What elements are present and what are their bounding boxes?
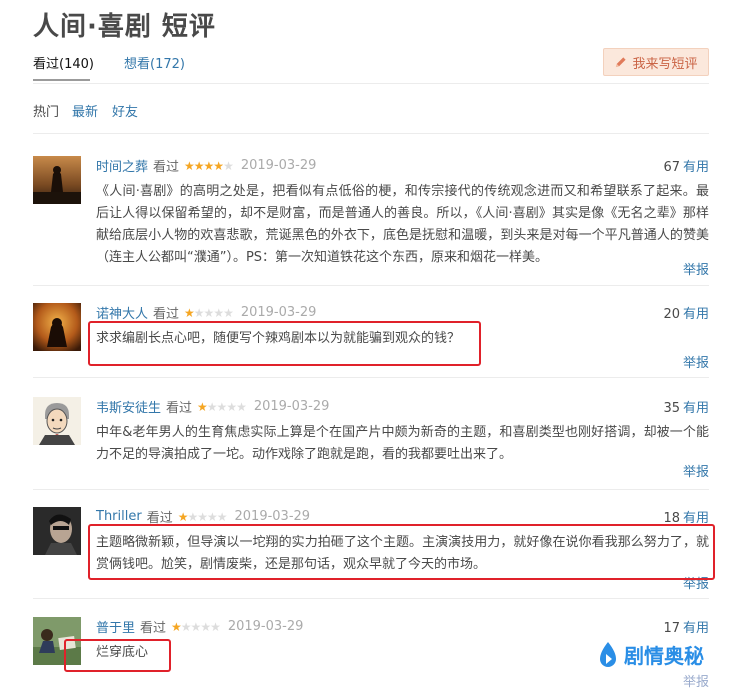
highlight-box <box>64 639 171 672</box>
review-username[interactable]: 诺神大人 <box>96 303 148 322</box>
useful-vote[interactable]: 17 有用 <box>663 617 709 636</box>
rating-stars: ★★★★★ <box>171 619 221 634</box>
sort-new[interactable]: 最新 <box>72 101 98 120</box>
avatar[interactable] <box>33 156 81 204</box>
useful-label: 有用 <box>682 621 709 636</box>
rating-stars: ★★★★★ <box>184 158 234 173</box>
review-text: 中年&老年男人的生育焦虑实际上算是个在国产片中颇为新奇的主题，和喜剧类型也刚好搭… <box>96 425 709 462</box>
review-status: 看过 <box>153 160 180 175</box>
useful-vote[interactable]: 20 有用 <box>663 303 709 322</box>
review-date: 2019-03-29 <box>253 399 330 414</box>
review-date: 2019-03-29 <box>234 509 311 524</box>
review-date: 2019-03-29 <box>227 619 304 634</box>
review-header: 时间之葬 看过 ★★★★★ 2019-03-29 <box>96 156 316 175</box>
review-divider <box>33 285 709 286</box>
write-review-label: 我来写短评 <box>632 56 698 72</box>
watermark: 剧情奥秘 <box>596 640 704 669</box>
highlight-box <box>88 524 715 580</box>
review-header: 普于里 看过 ★★★★★ 2019-03-29 <box>96 617 303 636</box>
avatar[interactable] <box>33 397 81 445</box>
review-divider <box>33 489 709 490</box>
rating-stars: ★★★★★ <box>177 509 228 524</box>
review-header: 韦斯安徒生 看过 ★★★★★ 2019-03-29 <box>96 397 329 416</box>
review-username[interactable]: 韦斯安徒生 <box>96 397 161 416</box>
play-drop-icon <box>600 641 616 667</box>
tab-wish[interactable]: 想看(172) <box>124 53 185 72</box>
useful-label: 有用 <box>682 160 709 175</box>
review-date: 2019-03-29 <box>240 305 317 320</box>
watermark-text: 剧情奥秘 <box>624 644 704 668</box>
useful-vote[interactable]: 67 有用 <box>663 156 709 175</box>
review-item: 时间之葬 看过 ★★★★★ 2019-03-29 67 有用 《人间·喜剧》的高明… <box>33 156 709 278</box>
review-status: 看过 <box>153 307 180 322</box>
useful-count: 20 <box>663 307 680 322</box>
review-username[interactable]: Thriller <box>96 509 142 524</box>
useful-vote[interactable]: 35 有用 <box>663 397 709 416</box>
write-review-button[interactable]: 我来写短评 <box>603 48 709 76</box>
tab-watched[interactable]: 看过(140) <box>33 53 94 81</box>
review-divider <box>33 377 709 378</box>
highlight-box <box>88 321 481 366</box>
useful-count: 17 <box>663 621 680 636</box>
avatar[interactable] <box>33 507 81 555</box>
review-date: 2019-03-29 <box>240 158 317 173</box>
page-title: 人间·喜剧 短评 <box>33 12 216 42</box>
review-status: 看过 <box>166 401 193 416</box>
report-link[interactable]: 举报 <box>683 671 709 690</box>
report-link[interactable]: 举报 <box>683 461 709 480</box>
review-header: 诺神大人 看过 ★★★★★ 2019-03-29 <box>96 303 316 322</box>
review-username[interactable]: 普于里 <box>96 617 135 636</box>
useful-label: 有用 <box>682 401 709 416</box>
report-link[interactable]: 举报 <box>683 352 709 371</box>
pencil-icon <box>616 56 627 67</box>
sort-hot[interactable]: 热门 <box>33 101 59 120</box>
review-item: 韦斯安徒生 看过 ★★★★★ 2019-03-29 35 有用 中年&老年男人的生… <box>33 397 709 481</box>
useful-count: 67 <box>663 160 680 175</box>
sort-divider <box>33 133 709 134</box>
review-username[interactable]: 时间之葬 <box>96 156 148 175</box>
review-status: 看过 <box>140 621 167 636</box>
useful-label: 有用 <box>682 307 709 322</box>
report-link[interactable]: 举报 <box>683 259 709 278</box>
rating-stars: ★★★★★ <box>184 305 234 320</box>
avatar[interactable] <box>33 303 81 351</box>
review-text: 《人间·喜剧》的高明之处是，把看似有点低俗的梗，和传宗接代的传统观念进而又和希望… <box>96 184 709 265</box>
rating-stars: ★★★★★ <box>197 399 247 414</box>
tabs-divider <box>33 83 709 84</box>
sort-friends[interactable]: 好友 <box>112 101 138 120</box>
review-divider <box>33 598 709 599</box>
useful-count: 35 <box>663 401 680 416</box>
